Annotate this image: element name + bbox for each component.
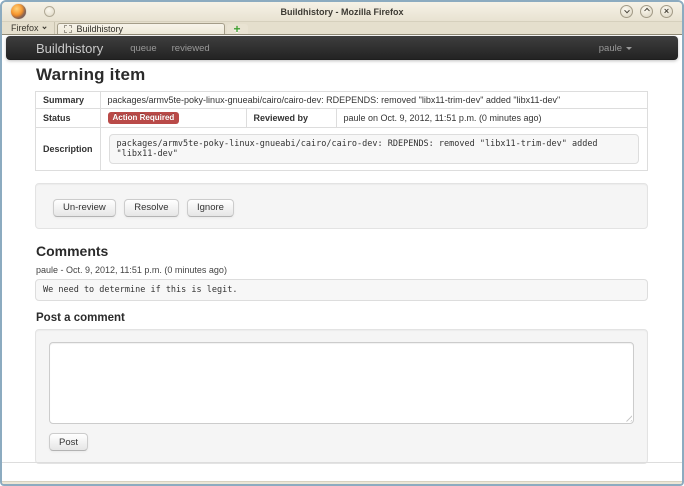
app-navbar: Buildhistory queue reviewed paule: [6, 36, 678, 60]
tab-buildhistory[interactable]: Buildhistory: [57, 23, 225, 34]
chevron-down-icon: [42, 24, 46, 28]
comment-body: We need to determine if this is legit.: [35, 279, 648, 301]
table-row-summary: Summary packages/armv5te-poky-linux-gnue…: [36, 92, 648, 109]
chevron-down-icon: [624, 7, 630, 13]
ignore-button[interactable]: Ignore: [187, 199, 234, 217]
user-menu[interactable]: paule: [599, 43, 632, 54]
post-button[interactable]: Post: [49, 433, 88, 451]
maximize-button[interactable]: [640, 5, 653, 18]
firefox-window: Buildhistory - Mozilla Firefox × Firefox…: [0, 0, 684, 486]
minimize-button[interactable]: [620, 5, 633, 18]
textarea-wrapper: [49, 342, 634, 424]
tab-title: Buildhistory: [77, 24, 124, 34]
un-review-button[interactable]: Un-review: [53, 199, 116, 217]
post-comment-heading: Post a comment: [36, 312, 648, 324]
nav-link-queue[interactable]: queue: [130, 43, 156, 54]
close-button[interactable]: ×: [660, 5, 673, 18]
description-cell: packages/armv5te-poky-linux-gnueabi/cair…: [100, 128, 647, 171]
status-badge: Action Required: [108, 112, 180, 124]
nav-link-reviewed[interactable]: reviewed: [172, 43, 210, 54]
reviewed-by-value: paule on Oct. 9, 2012, 11:51 p.m. (0 min…: [336, 109, 647, 128]
new-tab-button[interactable]: +: [227, 24, 248, 34]
window-controls: ×: [620, 5, 673, 18]
tab-strip: Firefox Buildhistory +: [2, 22, 682, 35]
warning-details-table: Summary packages/armv5te-poky-linux-gnue…: [35, 91, 648, 171]
page-title: Warning item: [36, 65, 648, 85]
table-row-status: Status Action Required Reviewed by paule…: [36, 109, 648, 128]
firefox-menu-button[interactable]: Firefox: [2, 22, 55, 34]
status-cell: Action Required: [100, 109, 246, 128]
caret-down-icon: [626, 47, 632, 50]
comment-textarea[interactable]: [49, 342, 634, 424]
table-row-description: Description packages/armv5te-poky-linux-…: [36, 128, 648, 171]
status-label: Status: [36, 109, 101, 128]
resolve-button[interactable]: Resolve: [124, 199, 178, 217]
summary-value: packages/armv5te-poky-linux-gnueabi/cair…: [100, 92, 647, 109]
comments-heading: Comments: [36, 243, 648, 259]
post-comment-well: Post: [35, 329, 648, 465]
page-container: Warning item Summary packages/armv5te-po…: [2, 65, 682, 464]
user-menu-label: paule: [599, 43, 622, 54]
summary-label: Summary: [36, 92, 101, 109]
window-titlebar: Buildhistory - Mozilla Firefox ×: [2, 2, 682, 22]
description-code: packages/armv5te-poky-linux-gnueabi/cair…: [109, 134, 639, 164]
comment-meta: paule - Oct. 9, 2012, 11:51 p.m. (0 minu…: [36, 265, 648, 275]
actions-well: Un-review Resolve Ignore: [35, 183, 648, 229]
tab-favicon-placeholder-icon: [64, 25, 72, 33]
chevron-up-icon: [644, 7, 650, 13]
description-label: Description: [36, 128, 101, 171]
window-title: Buildhistory - Mozilla Firefox: [2, 7, 682, 17]
reviewed-by-label: Reviewed by: [246, 109, 336, 128]
navbar-brand[interactable]: Buildhistory: [36, 41, 103, 56]
firefox-menu-label: Firefox: [11, 23, 39, 33]
browser-viewport: Buildhistory queue reviewed paule Warnin…: [2, 35, 682, 481]
window-bottom-strip: [2, 481, 682, 484]
footer-divider: [2, 462, 682, 463]
